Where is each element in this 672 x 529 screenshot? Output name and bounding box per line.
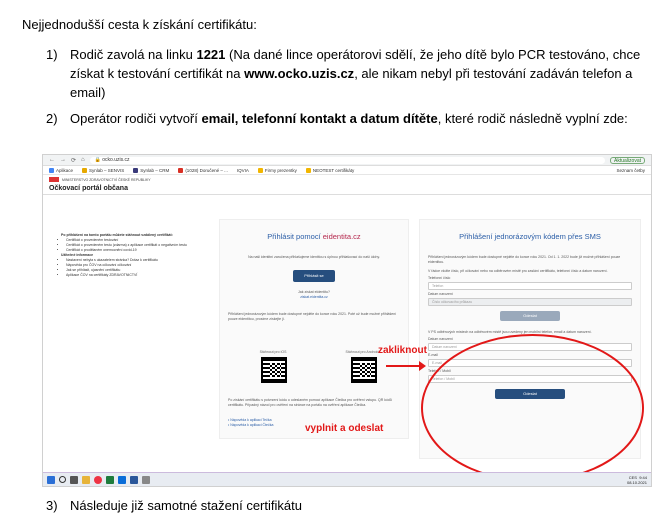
bookmark[interactable]: Firmy prezentky [257, 167, 297, 173]
item-number: 3) [46, 498, 58, 513]
bookmark[interactable]: (1028) Doručené – ... [178, 167, 228, 173]
browser-toolbar: ← → ⟳ ⌂ 🔒 ocko.uzis.cz Aktualizovat [43, 155, 651, 166]
portal-header: MINISTERSTVO ZDRAVOTNICTVÍ ČESKÉ REPUBLI… [43, 175, 651, 195]
windows-start-icon[interactable] [47, 475, 55, 484]
send-button-1[interactable]: Odeslat [500, 311, 560, 321]
address-bar[interactable]: 🔒 ocko.uzis.cz [89, 156, 606, 164]
annotation-arrow-icon [386, 361, 426, 371]
windows-taskbar: CES 9:44 08.10.2021 [43, 472, 651, 486]
update-button[interactable]: Aktualizovat [610, 156, 645, 164]
card-field[interactable]: Číslo očkovacího průkazu [428, 298, 632, 306]
annotation-fill: vyplnit a odeslat [305, 423, 384, 434]
intro-text: Nejjednodušší cesta k získání certifikát… [22, 17, 257, 32]
bookmark[interactable]: NEOTEST certifikáty [305, 167, 354, 173]
phone-field[interactable]: Telefon [428, 282, 632, 290]
lock-icon: 🔒 [94, 157, 103, 163]
bookmark[interactable]: IQVIA [237, 168, 249, 173]
bookmarks-bar: Aplikace Synlab – SENVIS Synlab – CRM (1… [43, 166, 651, 175]
eidentita-link[interactable]: ziskat.eidentita.cz [220, 295, 408, 300]
bookmark[interactable]: Aplikace [49, 167, 73, 173]
outlook-icon[interactable] [118, 475, 126, 484]
item-number: 2) [46, 111, 58, 126]
list-item-3: 3) Následuje již samotné stažení certifi… [46, 496, 646, 515]
list-item-2: 2) Operátor rodiči vytvoří email, telefo… [46, 109, 646, 128]
excel-icon[interactable] [106, 475, 114, 484]
qr-code-android [351, 357, 377, 383]
eidentita-panel: Přihlásit pomocí eidentita.cz Na naši id… [219, 219, 409, 439]
item-text: Následuje již samotné stažení certifikát… [70, 498, 302, 513]
explorer-icon[interactable] [82, 475, 90, 484]
highlight-ellipse [421, 334, 644, 482]
word-icon[interactable] [130, 475, 138, 484]
forward-icon[interactable]: → [60, 157, 66, 163]
item-number: 1) [46, 47, 58, 62]
embedded-screenshot: ← → ⟳ ⌂ 🔒 ocko.uzis.cz Aktualizovat Apli… [42, 154, 652, 487]
help-links[interactable]: • Nápověda k aplikaci Tečka • Nápověda k … [220, 418, 281, 428]
reading-list[interactable]: Seznam četby [616, 168, 645, 173]
login-button[interactable]: Přihlásit se [293, 270, 335, 282]
bookmark[interactable]: Synlab – SENVIS [82, 167, 124, 173]
app-icon[interactable] [142, 475, 150, 484]
qr-code-ios [261, 357, 287, 383]
back-icon[interactable]: ← [49, 157, 55, 163]
reload-icon[interactable]: ⟳ [71, 157, 76, 164]
task-view-icon[interactable] [70, 475, 78, 484]
item-text: Operátor rodiči vytvoří email, telefonní… [70, 111, 628, 126]
clock[interactable]: CES 9:44 08.10.2021 [627, 475, 647, 485]
item-text: Rodič zavolá na linku 1221 (Na dané linc… [70, 47, 641, 100]
sms-title: Přihlášení jednorázovým kódem přes SMS [459, 232, 601, 241]
chrome-icon[interactable] [94, 475, 102, 484]
list-item-1: 1) Rodič zavolá na linku 1221 (Na dané l… [46, 45, 646, 102]
search-icon[interactable] [59, 476, 66, 483]
ministry-logo: MINISTERSTVO ZDRAVOTNICTVÍ ČESKÉ REPUBLI… [49, 177, 645, 182]
annotation-click: zakliknout [378, 345, 427, 356]
portal-title: Očkovací portál občana [49, 185, 128, 192]
home-icon[interactable]: ⌂ [81, 157, 85, 163]
bookmark[interactable]: Synlab – CRM [133, 167, 169, 173]
left-info: Po přihlášení na tomto portálu můžete st… [61, 233, 191, 278]
eidentita-title: Přihlásit pomocí eidentita.cz [267, 232, 361, 241]
